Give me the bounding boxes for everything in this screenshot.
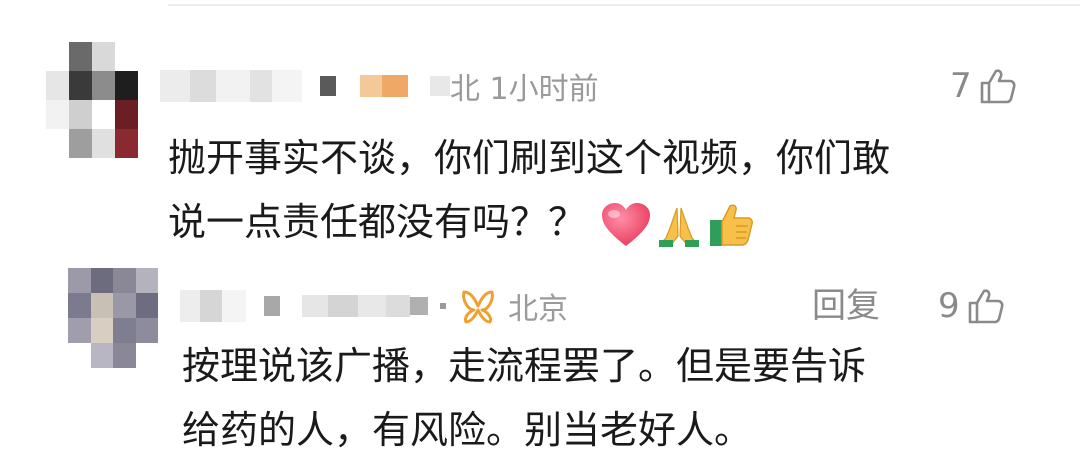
- comment-text-line: 抛开事实不谈，你们刷到这个视频，你们敢: [168, 136, 891, 180]
- comment-text: 抛开事实不谈，你们刷到这个视频，你们敢 说一点责任都没有吗？？: [168, 126, 890, 254]
- thumbs-up-icon[interactable]: [966, 286, 1006, 326]
- reply-button[interactable]: 回复: [812, 284, 880, 328]
- avatar[interactable]: [46, 42, 138, 158]
- username-blurred[interactable]: [180, 290, 446, 322]
- comment-meta: 北京: [180, 284, 568, 328]
- location: 北京: [508, 292, 568, 327]
- reply-comment-item: 北京 回复 9 按理说该广播，走流程罢了。但是要告诉 给药的人，有风险。别当老好…: [0, 268, 1080, 468]
- comment-text-line: 按理说该广播，走流程罢了。但是要告诉: [182, 344, 867, 388]
- praying-hands-emoji: [656, 202, 702, 248]
- comment-meta: 北 1小时前: [160, 64, 599, 108]
- comment-text-line: 说一点责任都没有吗？？: [168, 190, 890, 254]
- thumbs-up-emoji: [706, 200, 756, 250]
- username-blurred[interactable]: [160, 70, 450, 102]
- heart-emoji: [600, 202, 652, 248]
- like-count: 9: [938, 286, 960, 326]
- like-button[interactable]: 9: [938, 286, 1006, 326]
- comment-text-line: 给药的人，有风险。别当老好人。: [182, 408, 753, 452]
- comment-item: 北 1小时前 7 抛开事实不谈，你们刷到这个视频，你们敢 说一点责任都没有吗？？: [0, 40, 1080, 260]
- vip-badge-icon: [458, 288, 498, 324]
- location-time: 北 1小时前: [450, 72, 599, 107]
- emoji-row: [600, 200, 756, 250]
- thumbs-up-icon[interactable]: [978, 66, 1018, 106]
- comment-text-line-content: 说一点责任都没有吗？？: [168, 200, 587, 244]
- like-button[interactable]: 7: [950, 66, 1018, 106]
- avatar[interactable]: [68, 268, 158, 368]
- top-divider: [168, 4, 1080, 6]
- comment-text: 按理说该广播，走流程罢了。但是要告诉 给药的人，有风险。别当老好人。: [182, 334, 866, 462]
- like-count: 7: [950, 66, 972, 106]
